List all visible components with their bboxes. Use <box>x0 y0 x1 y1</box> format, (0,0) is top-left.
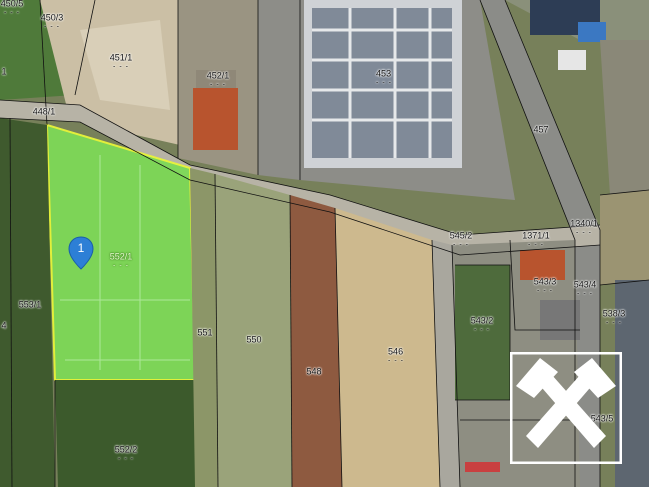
parcel-label: 4 <box>1 320 7 331</box>
parcel-label: 1 <box>1 66 7 77</box>
parcel-label: 543/3- - - <box>533 276 557 295</box>
location-marker[interactable]: 1 <box>68 236 94 270</box>
crossed-hammers-logo <box>510 352 622 464</box>
parcel-label: 546- - - <box>388 346 404 365</box>
parcel-label: 550 <box>246 334 262 345</box>
parcel-label: 451/1- - - <box>109 52 133 71</box>
parcel-label: 453- - - <box>376 68 392 87</box>
parcel-label: 548 <box>306 366 322 377</box>
marker-number: 1 <box>77 241 85 255</box>
parcel-label: 450/3- - - <box>40 12 64 31</box>
parcel-label: 552/2- - - <box>114 444 138 463</box>
parcel-label: 452/1- - - <box>206 70 230 89</box>
parcel-label: 553/1 <box>18 299 42 310</box>
parcel-label-selected[interactable]: 552/1- - - <box>110 252 133 270</box>
parcel-label: 545/2- - - <box>449 230 473 249</box>
parcel-label: 543/2- - - <box>470 315 494 334</box>
parcel-label: 543/4- - - <box>573 279 597 298</box>
parcel-label: 450/5- - - <box>0 0 24 17</box>
parcel-label: 1340/1- - - <box>570 218 598 237</box>
parcel-label: 448/1 <box>32 106 56 117</box>
parcel-label: 457 <box>533 124 549 135</box>
parcel-label: 538/3- - - <box>602 308 626 327</box>
parcel-label: 551 <box>197 327 213 338</box>
map-view[interactable]: 450/5- - - 450/3- - - 451/1- - - 452/1- … <box>0 0 649 487</box>
parcel-label: 1371/1- - - <box>522 230 550 249</box>
